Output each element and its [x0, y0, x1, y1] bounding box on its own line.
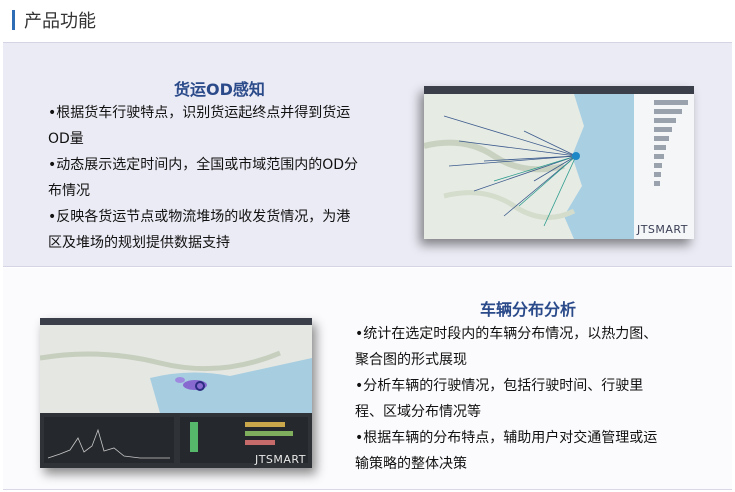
od-bullet-line: OD量: [48, 131, 84, 147]
page-header: 产品功能: [0, 0, 735, 40]
vehicle-bullet-line: •根据车辆的分布特点，辅助用户对交通管理或运: [355, 430, 658, 446]
od-map-screenshot: JTSMART: [424, 86, 694, 239]
vehicle-bullet-line: 程、区域分布情况等: [355, 404, 481, 420]
od-bullet-line: •动态展示选定时间内，全国或市域范围内的OD分: [48, 157, 359, 173]
vehicle-bullet-line: •统计在选定时段内的车辆分布情况，以热力图、: [355, 326, 658, 342]
vehicle-bullet-line: •分析车辆的行驶情况，包括行驶时间、行驶里: [355, 378, 644, 394]
page-title: 产品功能: [24, 11, 96, 32]
brand-watermark: JTSMART: [254, 453, 306, 466]
od-bullet-line: •反映各货运节点或物流堆场的收发货情况，为港: [48, 209, 351, 225]
od-map-graphic: [424, 86, 694, 239]
brand-watermark: JTSMART: [636, 223, 688, 236]
od-bullet-line: 区及堆场的规划提供数据支持: [48, 235, 230, 251]
header-accent-bar: [12, 10, 15, 30]
vehicle-bullet-line: 输策略的整体决策: [355, 456, 467, 472]
vehicle-map-screenshot: JTSMART: [40, 318, 312, 468]
vehicle-section-title: 车辆分布分析: [480, 300, 577, 319]
od-bullet-line: •根据货车行驶特点，识别货运起终点并得到货运: [48, 105, 351, 121]
vehicle-feature-list: •统计在选定时段内的车辆分布情况，以热力图、 聚合图的形式展现 •分析车辆的行驶…: [355, 321, 725, 477]
od-bullet-line: 布情况: [48, 183, 90, 199]
od-section-title: 货运OD感知: [174, 80, 265, 99]
vehicle-bullet-line: 聚合图的形式展现: [355, 352, 467, 368]
vehicle-map-graphic: [40, 318, 312, 468]
od-feature-list: •根据货车行驶特点，识别货运起终点并得到货运 OD量 •动态展示选定时间内，全国…: [48, 100, 408, 256]
